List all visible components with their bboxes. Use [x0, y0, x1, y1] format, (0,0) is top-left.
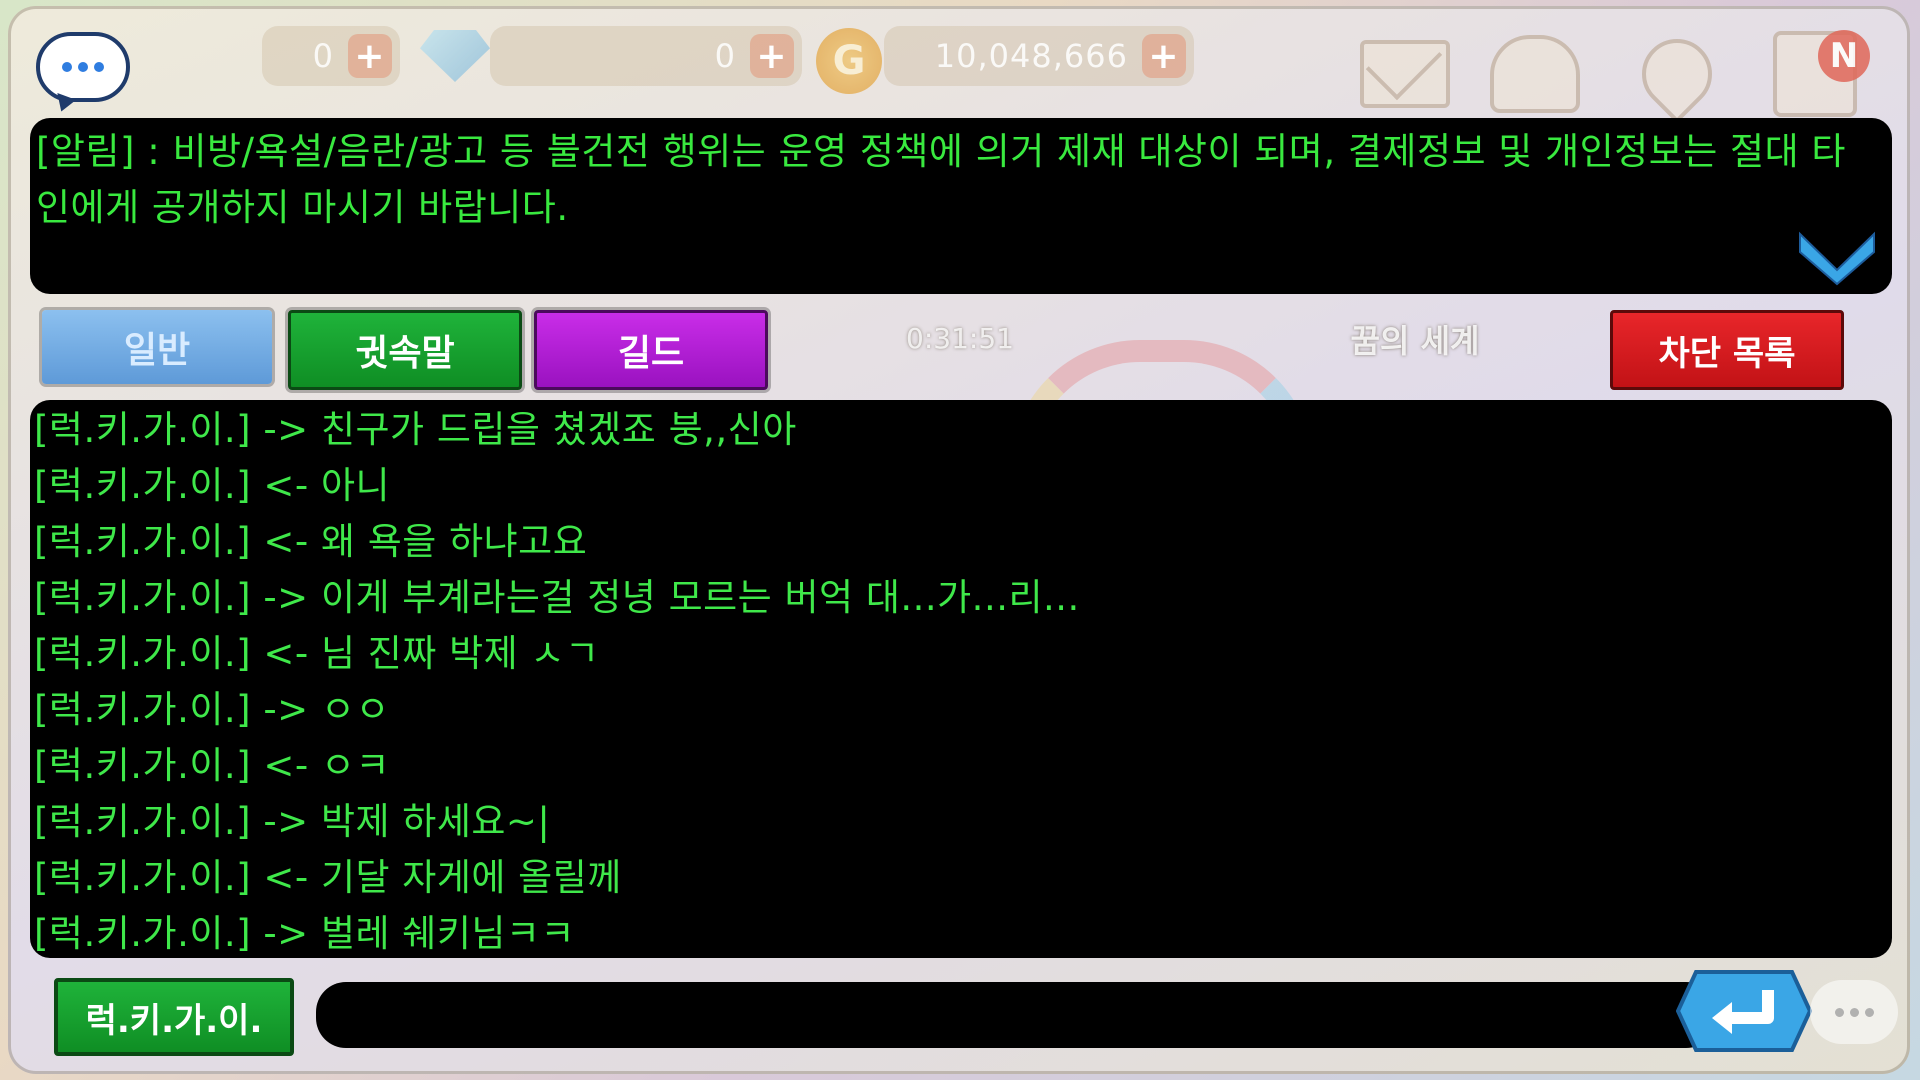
block-list-button[interactable]: 차단 목록 — [1610, 310, 1844, 390]
top-currency-bar: 0 + 0 + G 10,048,666 + N — [0, 0, 1920, 124]
chat-line: [럭.키.가.이.] -> 이게 부계라는걸 정녕 모르는 버억 대...가..… — [34, 576, 1080, 619]
chat-line: [럭.키.가.이.] -> 박제 하세요~| — [34, 800, 551, 843]
mail-icon[interactable] — [1360, 34, 1450, 114]
chat-input[interactable] — [316, 982, 1716, 1048]
chat-bubble-small-icon[interactable] — [1810, 980, 1898, 1044]
gold-amount: 10,048,666 — [934, 37, 1128, 75]
currency-first: 0 + — [262, 26, 400, 86]
location-pin-icon[interactable] — [1627, 24, 1727, 124]
chat-log[interactable]: [럭.키.가.이.] -> 친구가 드립을 쳤겠죠 붕,,신아 [럭.키.가.이… — [30, 400, 1892, 958]
send-button[interactable] — [1676, 968, 1812, 1054]
dot-icon — [1849, 1007, 1859, 1017]
chat-line: [럭.키.가.이.] <- 기달 자게에 올릴께 — [34, 856, 622, 899]
add-currency-button[interactable]: + — [348, 34, 392, 78]
tab-whisper[interactable]: 귓속말 — [288, 310, 522, 390]
add-gem-button[interactable]: + — [750, 34, 794, 78]
tab-guild[interactable]: 길드 — [534, 310, 768, 390]
tab-general[interactable]: 일반 — [42, 310, 272, 384]
gem-icon — [420, 30, 490, 82]
chat-line: [럭.키.가.이.] -> 벌레 쉐키님ㅋㅋ — [34, 912, 575, 955]
currency-gold: 10,048,666 + — [884, 26, 1194, 86]
notice-text: [알림] : 비방/욕설/음란/광고 등 불건전 행위는 운영 정책에 의거 제… — [36, 130, 1846, 229]
whisper-target-button[interactable]: 럭.키.가.이. — [54, 978, 294, 1056]
chat-line: [럭.키.가.이.] -> 친구가 드립을 쳤겠죠 붕,,신아 — [34, 408, 797, 451]
new-badge: N — [1818, 30, 1870, 82]
gold-coin-icon: G — [816, 28, 882, 94]
chat-line: [럭.키.가.이.] <- 왜 욕을 하냐고요 — [34, 520, 588, 563]
notice-panel: [알림] : 비방/욕설/음란/광고 등 불건전 행위는 운영 정책에 의거 제… — [30, 118, 1892, 294]
dot-icon — [78, 62, 88, 72]
add-gold-button[interactable]: + — [1142, 34, 1186, 78]
dot-icon — [62, 62, 72, 72]
chat-line: [럭.키.가.이.] <- ㅇㅋ — [34, 744, 391, 787]
dot-icon — [1834, 1007, 1844, 1017]
chat-line: [럭.키.가.이.] -> ㅇㅇ — [34, 688, 391, 731]
session-timer: 0:31:51 — [906, 322, 1014, 355]
chat-line: [럭.키.가.이.] <- 님 진짜 박제 ㅅㄱ — [34, 632, 600, 675]
chat-bubble-icon[interactable] — [36, 32, 130, 102]
dot-icon — [94, 62, 104, 72]
chevron-down-icon[interactable] — [1796, 226, 1878, 286]
gem-amount: 0 — [714, 37, 736, 75]
chat-line: [럭.키.가.이.] <- 아니 — [34, 464, 391, 507]
dot-icon — [1864, 1007, 1874, 1017]
currency-first-amount: 0 — [312, 37, 334, 75]
house-icon[interactable] — [1490, 34, 1580, 114]
currency-gem: 0 + — [490, 26, 802, 86]
world-name: 꿈의 세계 — [1350, 322, 1480, 360]
